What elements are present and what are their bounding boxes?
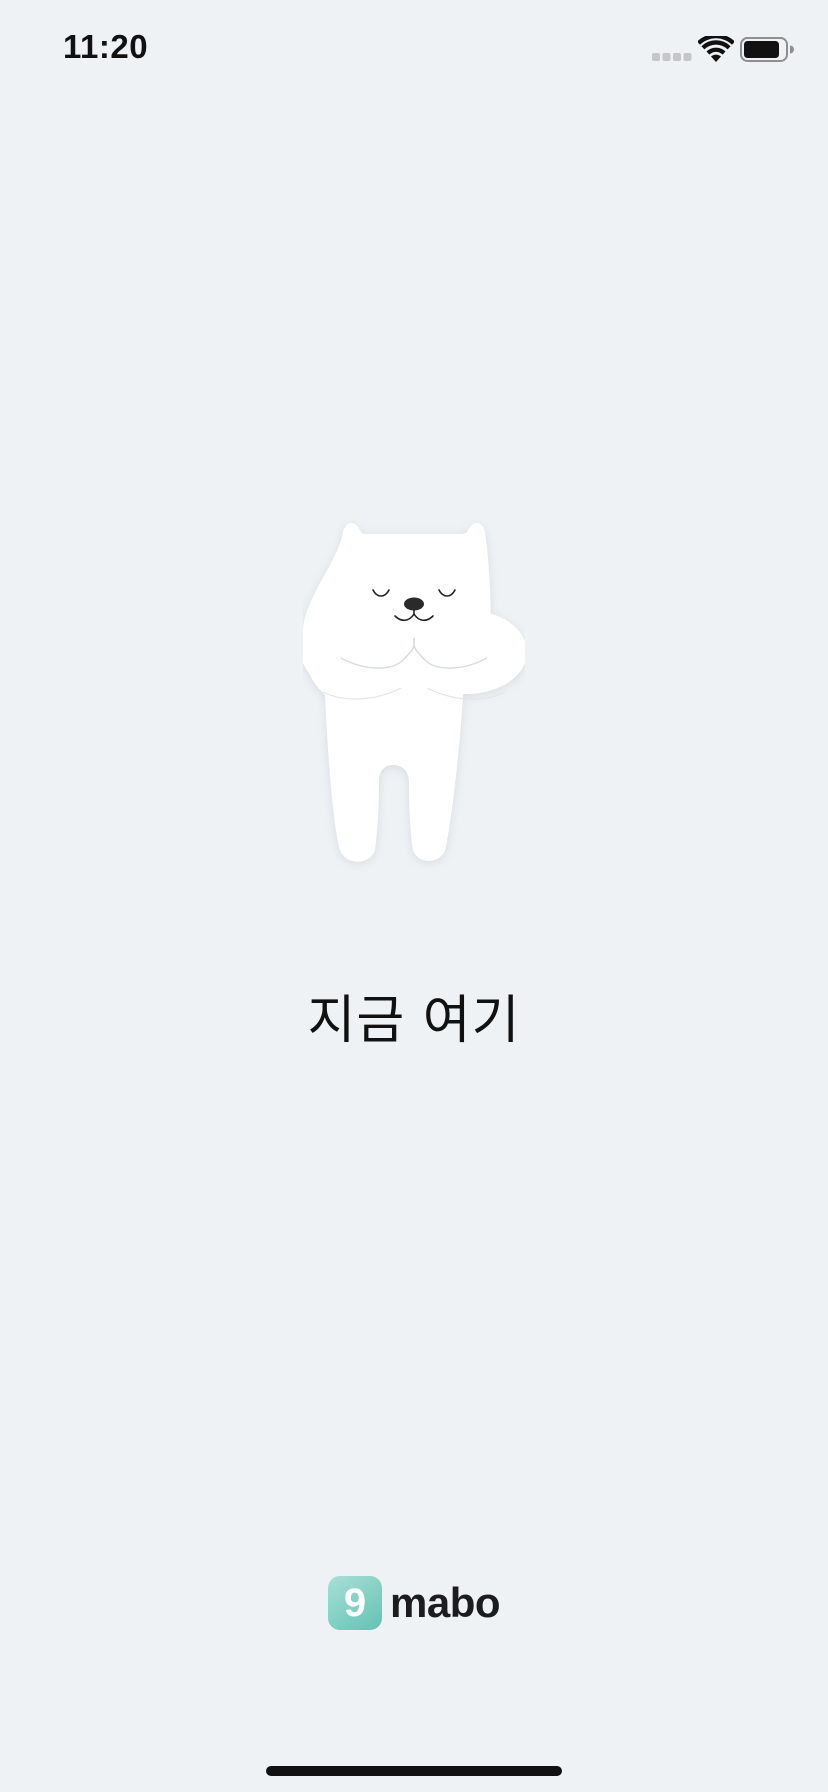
splash-tagline: 지금 여기 (307, 991, 521, 1051)
signal-icon (652, 53, 692, 61)
brand-name: mabo (390, 1579, 501, 1626)
app-logo-icon: 9 (328, 1576, 382, 1630)
svg-text:9: 9 (344, 1583, 366, 1623)
status-bar: 11:20 (0, 0, 828, 100)
home-indicator[interactable] (266, 1766, 562, 1776)
battery-icon (740, 37, 794, 62)
meditating-bear-illustration (303, 523, 525, 862)
logo-nine-glyph: 9 (344, 1583, 366, 1623)
brand-logo: 9 mabo (328, 1576, 501, 1630)
wifi-icon (698, 36, 734, 62)
status-time: 11:20 (63, 28, 149, 65)
